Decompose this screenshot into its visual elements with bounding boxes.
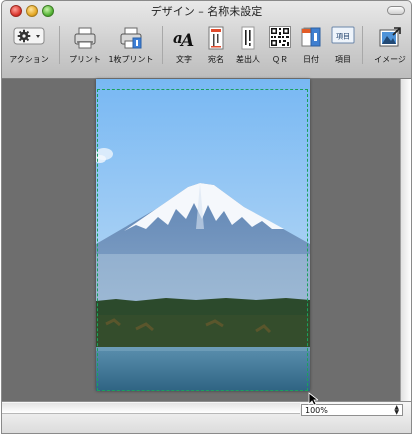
toolbar-label: ＱＲ (272, 55, 288, 64)
qr-button[interactable]: ＱＲ (266, 23, 294, 67)
date-button[interactable]: 日付 (296, 23, 326, 67)
toolbar-separator (362, 26, 363, 64)
toolbar-separator (162, 26, 163, 64)
stepper-arrows-icon: ▲ ▼ (394, 404, 399, 416)
field-icon: 項目 (331, 26, 355, 48)
toolbar-label: アクション (9, 55, 49, 64)
vertical-scrollbar[interactable] (400, 79, 411, 401)
toolbar-label: 項目 (335, 55, 351, 64)
titlebar: デザイン – 名称未設定 アクション プリント 1枚プリント a A 文字 宛名… (2, 1, 411, 79)
sender-button[interactable]: 差出人 (231, 23, 265, 67)
mouse-pointer-icon (308, 391, 320, 410)
address-icon (208, 26, 224, 54)
single-print-button[interactable]: 1枚プリント (106, 23, 156, 67)
design-canvas[interactable] (2, 79, 411, 401)
app-window: デザイン – 名称未設定 アクション プリント 1枚プリント a A 文字 宛名… (1, 0, 412, 434)
field-icon-text: 項目 (336, 33, 350, 41)
horizontal-scrollbar[interactable] (2, 403, 300, 414)
image-button[interactable]: イメージ (368, 23, 411, 67)
calendar-icon (300, 26, 322, 52)
gear-icon (13, 26, 45, 50)
text-aa-icon: a A (172, 26, 196, 54)
printer-icon (73, 26, 97, 54)
text-button[interactable]: a A 文字 (168, 23, 200, 67)
single-print-icon (119, 26, 143, 54)
toolbar-label: 差出人 (236, 55, 260, 64)
toolbar-toggle-button[interactable] (387, 6, 405, 15)
postcard-photo[interactable] (96, 79, 310, 391)
toolbar-separator (59, 26, 60, 64)
toolbar-label: 日付 (303, 55, 319, 64)
qr-code-icon (269, 26, 291, 52)
field-button[interactable]: 項目 項目 (328, 23, 358, 67)
toolbar-label: 宛名 (208, 55, 224, 64)
window-title: デザイン – 名称未設定 (150, 5, 263, 18)
svg-text:A: A (179, 31, 194, 50)
print-button[interactable]: プリント (65, 23, 105, 67)
action-button[interactable]: アクション (7, 23, 51, 67)
toolbar-label: イメージ (374, 55, 406, 64)
image-icon (378, 26, 402, 54)
status-bar: 100% ▲ ▼ (2, 401, 411, 433)
toolbar-label: 1枚プリント (108, 55, 154, 64)
toolbar-label: プリント (69, 55, 101, 64)
sender-icon (241, 26, 255, 54)
toolbar-label: 文字 (176, 55, 192, 64)
address-button[interactable]: 宛名 (202, 23, 230, 67)
